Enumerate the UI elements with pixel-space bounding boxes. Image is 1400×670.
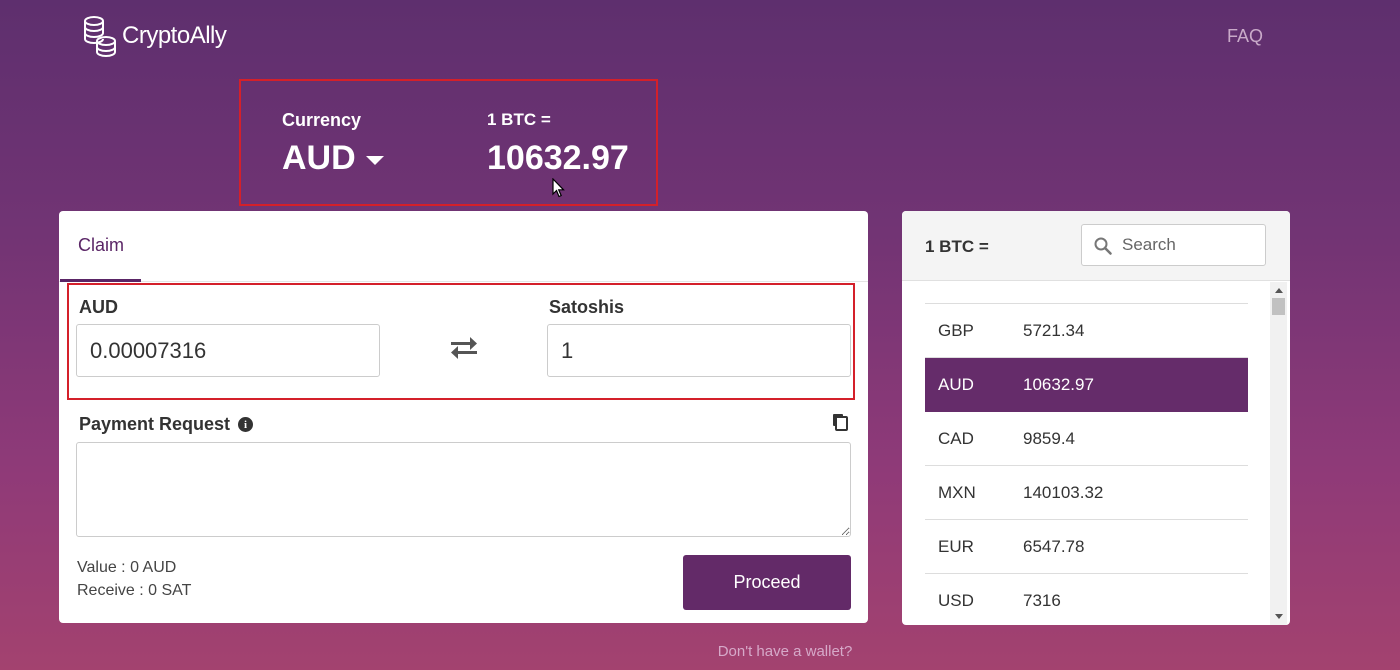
mouse-cursor-icon xyxy=(552,178,565,198)
rates-title: 1 BTC = xyxy=(925,237,989,256)
rate-value: 6547.78 xyxy=(1023,537,1085,556)
scroll-up-icon[interactable] xyxy=(1275,288,1283,293)
scroll-down-icon[interactable] xyxy=(1275,614,1283,619)
info-icon[interactable]: i xyxy=(238,417,254,432)
swap-arrows-icon[interactable] xyxy=(450,337,478,359)
rate-code: EUR xyxy=(938,537,974,556)
tab-claim[interactable]: Claim xyxy=(60,211,141,282)
brand-name: CryptoAlly xyxy=(122,22,227,49)
rates-header: 1 BTC = xyxy=(902,211,1290,281)
rate-code: MXN xyxy=(938,483,976,502)
caret-down-icon xyxy=(365,156,384,165)
tab-bar: Claim xyxy=(59,211,868,282)
search-input[interactable] xyxy=(1122,225,1262,265)
rate-row-cad[interactable]: CAD 9859.4 xyxy=(925,412,1248,466)
currency-rate-panel: Currency AUD 1 BTC = 10632.97 xyxy=(239,79,658,206)
currency-label: Currency xyxy=(282,110,362,130)
no-wallet-link[interactable]: Don't have a wallet? xyxy=(0,643,1400,660)
scroll-thumb[interactable] xyxy=(1272,298,1285,315)
satoshis-label: Satoshis xyxy=(549,297,625,317)
rate-row-aud[interactable]: AUD 10632.97 xyxy=(925,358,1248,412)
rate-row-gbp[interactable]: GBP 5721.34 xyxy=(925,304,1248,358)
faq-link[interactable]: FAQ xyxy=(1227,26,1263,47)
search-box[interactable] xyxy=(1081,224,1266,266)
aud-label: AUD xyxy=(79,297,118,317)
brand-logo[interactable]: CryptoAlly xyxy=(82,14,227,58)
rate-code: GBP xyxy=(938,321,974,340)
currency-select[interactable]: AUD xyxy=(282,139,384,178)
claim-card: Claim AUD Satoshis Payment Request i Val… xyxy=(59,211,868,623)
rate-value: 7316 xyxy=(1023,591,1061,610)
rate-value: 10632.97 xyxy=(1023,375,1094,394)
rate-row-usd[interactable]: USD 7316 xyxy=(925,574,1248,625)
value-summary: Value : 0 AUD xyxy=(77,559,177,576)
rate-row-mxn[interactable]: MXN 140103.32 xyxy=(925,466,1248,520)
rate-code: USD xyxy=(938,591,974,610)
rate-value: 9859.4 xyxy=(1023,429,1075,448)
rates-list: GBP 5721.34 AUD 10632.97 CAD 9859.4 MXN 140103.… xyxy=(925,303,1248,625)
rate-value: 140103.32 xyxy=(1023,483,1104,502)
search-icon xyxy=(1094,237,1112,255)
payment-request-text: Payment Request xyxy=(79,414,231,434)
rate-row-eur[interactable]: EUR 6547.78 xyxy=(925,520,1248,574)
btc-rate-value: 10632.97 xyxy=(487,139,629,177)
paste-clipboard-icon[interactable] xyxy=(832,413,849,431)
claim-summary: Value : 0 AUD Receive : 0 SAT xyxy=(77,556,191,602)
rates-scrollbar[interactable] xyxy=(1270,282,1287,625)
btc-rate-label: 1 BTC = xyxy=(487,110,551,129)
coin-stack-icon xyxy=(84,16,116,57)
satoshis-amount-input[interactable] xyxy=(547,324,851,377)
payment-request-textarea[interactable] xyxy=(76,442,851,537)
rates-card: 1 BTC = GBP 5721.34 AUD 10632.97 CAD 9859.4 MX… xyxy=(902,211,1290,625)
rate-code: AUD xyxy=(938,375,974,394)
receive-summary: Receive : 0 SAT xyxy=(77,582,192,599)
currency-select-value: AUD xyxy=(282,139,356,177)
rate-code: CAD xyxy=(938,429,974,448)
rate-value: 5721.34 xyxy=(1023,321,1085,340)
proceed-button[interactable]: Proceed xyxy=(683,555,851,610)
aud-amount-input[interactable] xyxy=(76,324,380,377)
payment-request-label: Payment Request i xyxy=(79,414,254,435)
